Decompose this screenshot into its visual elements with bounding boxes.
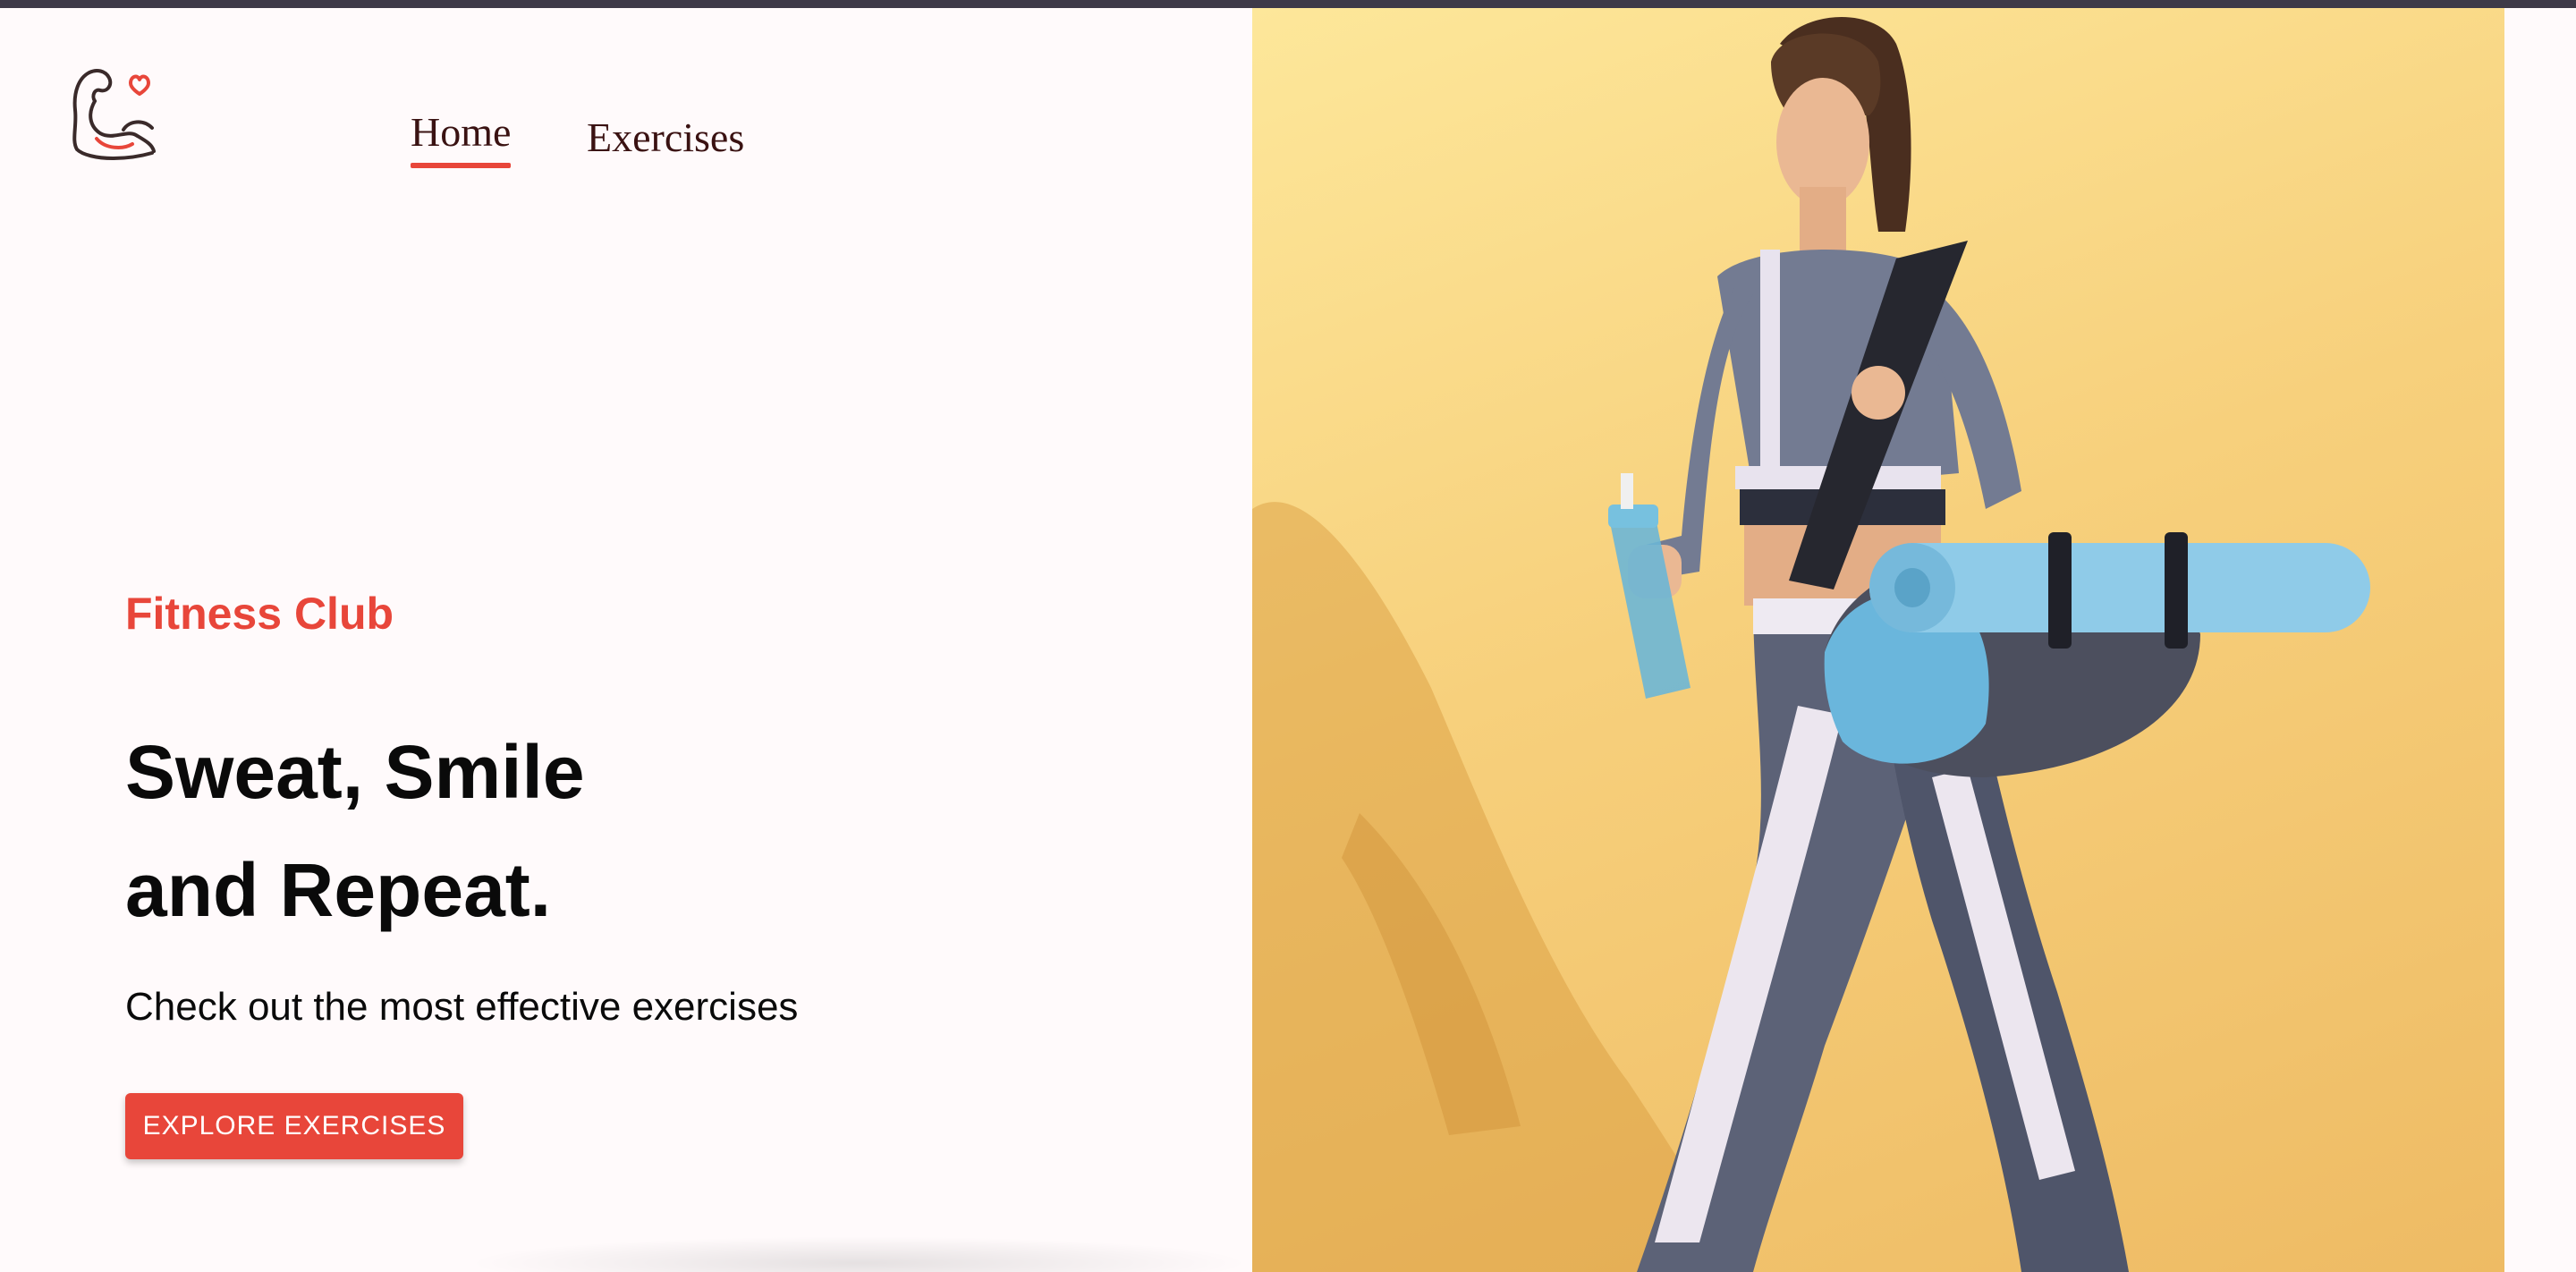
- nav-home-link[interactable]: Home: [411, 108, 512, 168]
- hero-banner-image: [1252, 8, 2504, 1272]
- hero-subline: Check out the most effective exercises: [125, 985, 799, 1029]
- decorative-shadow: [465, 1236, 1252, 1272]
- nav-exercises-link[interactable]: Exercises: [587, 114, 744, 161]
- flexed-arm-heart-icon[interactable]: [70, 65, 157, 162]
- headline-line-2: and Repeat.: [125, 848, 552, 932]
- hero-headline: Sweat, Smile and Repeat.: [125, 713, 585, 949]
- headline-line-1: Sweat, Smile: [125, 730, 585, 814]
- brand-title: Fitness Club: [125, 589, 394, 639]
- page: Home Exercises Fitness Club Sweat, Smile…: [0, 8, 2576, 1272]
- explore-exercises-button[interactable]: EXPLORE EXERCISES: [125, 1093, 463, 1159]
- page-margin: [2504, 8, 2576, 1272]
